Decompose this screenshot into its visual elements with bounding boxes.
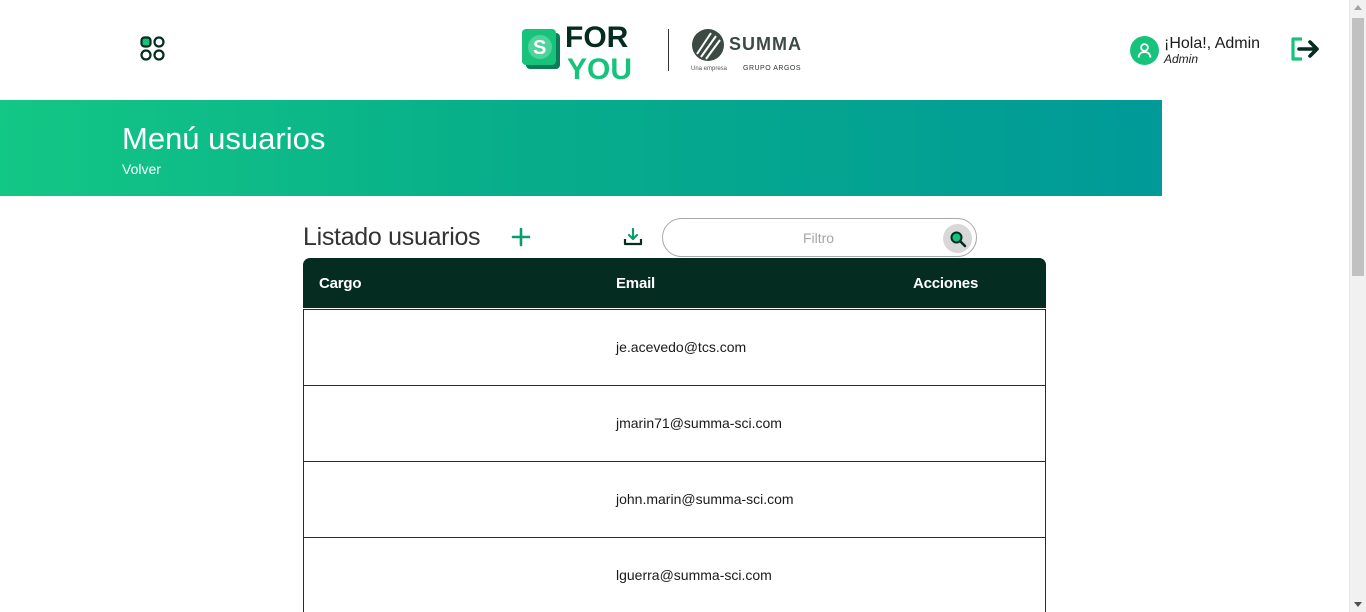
table-row[interactable]: john.marin@summa-sci.com — [303, 462, 1046, 538]
scrollbar-thumb[interactable] — [1352, 18, 1364, 276]
scroll-up-arrow-icon[interactable] — [1354, 5, 1362, 10]
svg-text:FOR: FOR — [565, 21, 629, 54]
top-header: S FOR YOU SUMMA Una empresa GRUPO ARGOS … — [0, 0, 1349, 100]
cell-email: john.marin@summa-sci.com — [616, 491, 794, 507]
cell-email: jmarin71@summa-sci.com — [616, 415, 782, 431]
svg-text:YOU: YOU — [567, 53, 632, 83]
scroll-down-arrow-icon[interactable] — [1354, 602, 1362, 607]
filter-input[interactable] — [681, 227, 956, 249]
user-role: Admin — [1164, 52, 1199, 66]
user-icon — [1137, 43, 1152, 58]
filter-box — [662, 218, 977, 257]
logout-icon — [1291, 37, 1319, 61]
cell-email: je.acevedo@tcs.com — [616, 339, 747, 355]
summa-subtext: Una empresa — [691, 66, 728, 72]
s-for-you-logo: S FOR YOU — [522, 17, 648, 86]
grupo-argos-text: GRUPO ARGOS — [743, 65, 802, 72]
plus-icon — [511, 227, 531, 247]
summa-mark-icon — [692, 29, 724, 61]
table-header: Cargo Email Acciones — [303, 258, 1046, 308]
column-header-cargo[interactable]: Cargo — [319, 275, 362, 292]
user-info[interactable]: ¡Hola!, Admin Admin — [1130, 35, 1260, 66]
table-row[interactable]: lguerra@summa-sci.com — [303, 538, 1046, 612]
download-icon — [623, 227, 643, 246]
brand-logos: S FOR YOU SUMMA Una empresa GRUPO ARGOS — [522, 16, 801, 86]
users-table: Cargo Email Acciones je.acevedo@tcs.com … — [303, 258, 1046, 612]
download-button[interactable] — [622, 226, 644, 248]
apps-menu-button[interactable] — [138, 34, 168, 64]
back-link[interactable]: Volver — [122, 161, 161, 177]
svg-text:S: S — [533, 37, 546, 59]
column-header-email[interactable]: Email — [616, 275, 655, 292]
table-row[interactable]: jmarin71@summa-sci.com — [303, 386, 1046, 462]
page-title: Menú usuarios — [122, 121, 326, 156]
search-icon — [950, 231, 966, 247]
add-user-button[interactable] — [510, 226, 532, 248]
apps-grid-icon — [140, 36, 165, 61]
logo-divider — [668, 29, 669, 71]
avatar — [1130, 36, 1159, 65]
list-title: Listado usuarios — [303, 223, 481, 251]
page-scrollbar[interactable] — [1349, 0, 1366, 612]
column-header-acciones: Acciones — [913, 275, 979, 292]
user-greeting: ¡Hola!, Admin — [1164, 35, 1261, 52]
page-banner: Menú usuarios Volver — [0, 100, 1162, 196]
logout-button[interactable] — [1289, 35, 1321, 63]
table-body: je.acevedo@tcs.com jmarin71@summa-sci.co… — [303, 309, 1046, 612]
summa-wordmark: SUMMA — [729, 34, 802, 54]
summa-logo: SUMMA Una empresa GRUPO ARGOS — [691, 20, 801, 80]
table-row[interactable]: je.acevedo@tcs.com — [303, 309, 1046, 386]
cell-email: lguerra@summa-sci.com — [616, 567, 772, 583]
search-button[interactable] — [943, 224, 972, 253]
